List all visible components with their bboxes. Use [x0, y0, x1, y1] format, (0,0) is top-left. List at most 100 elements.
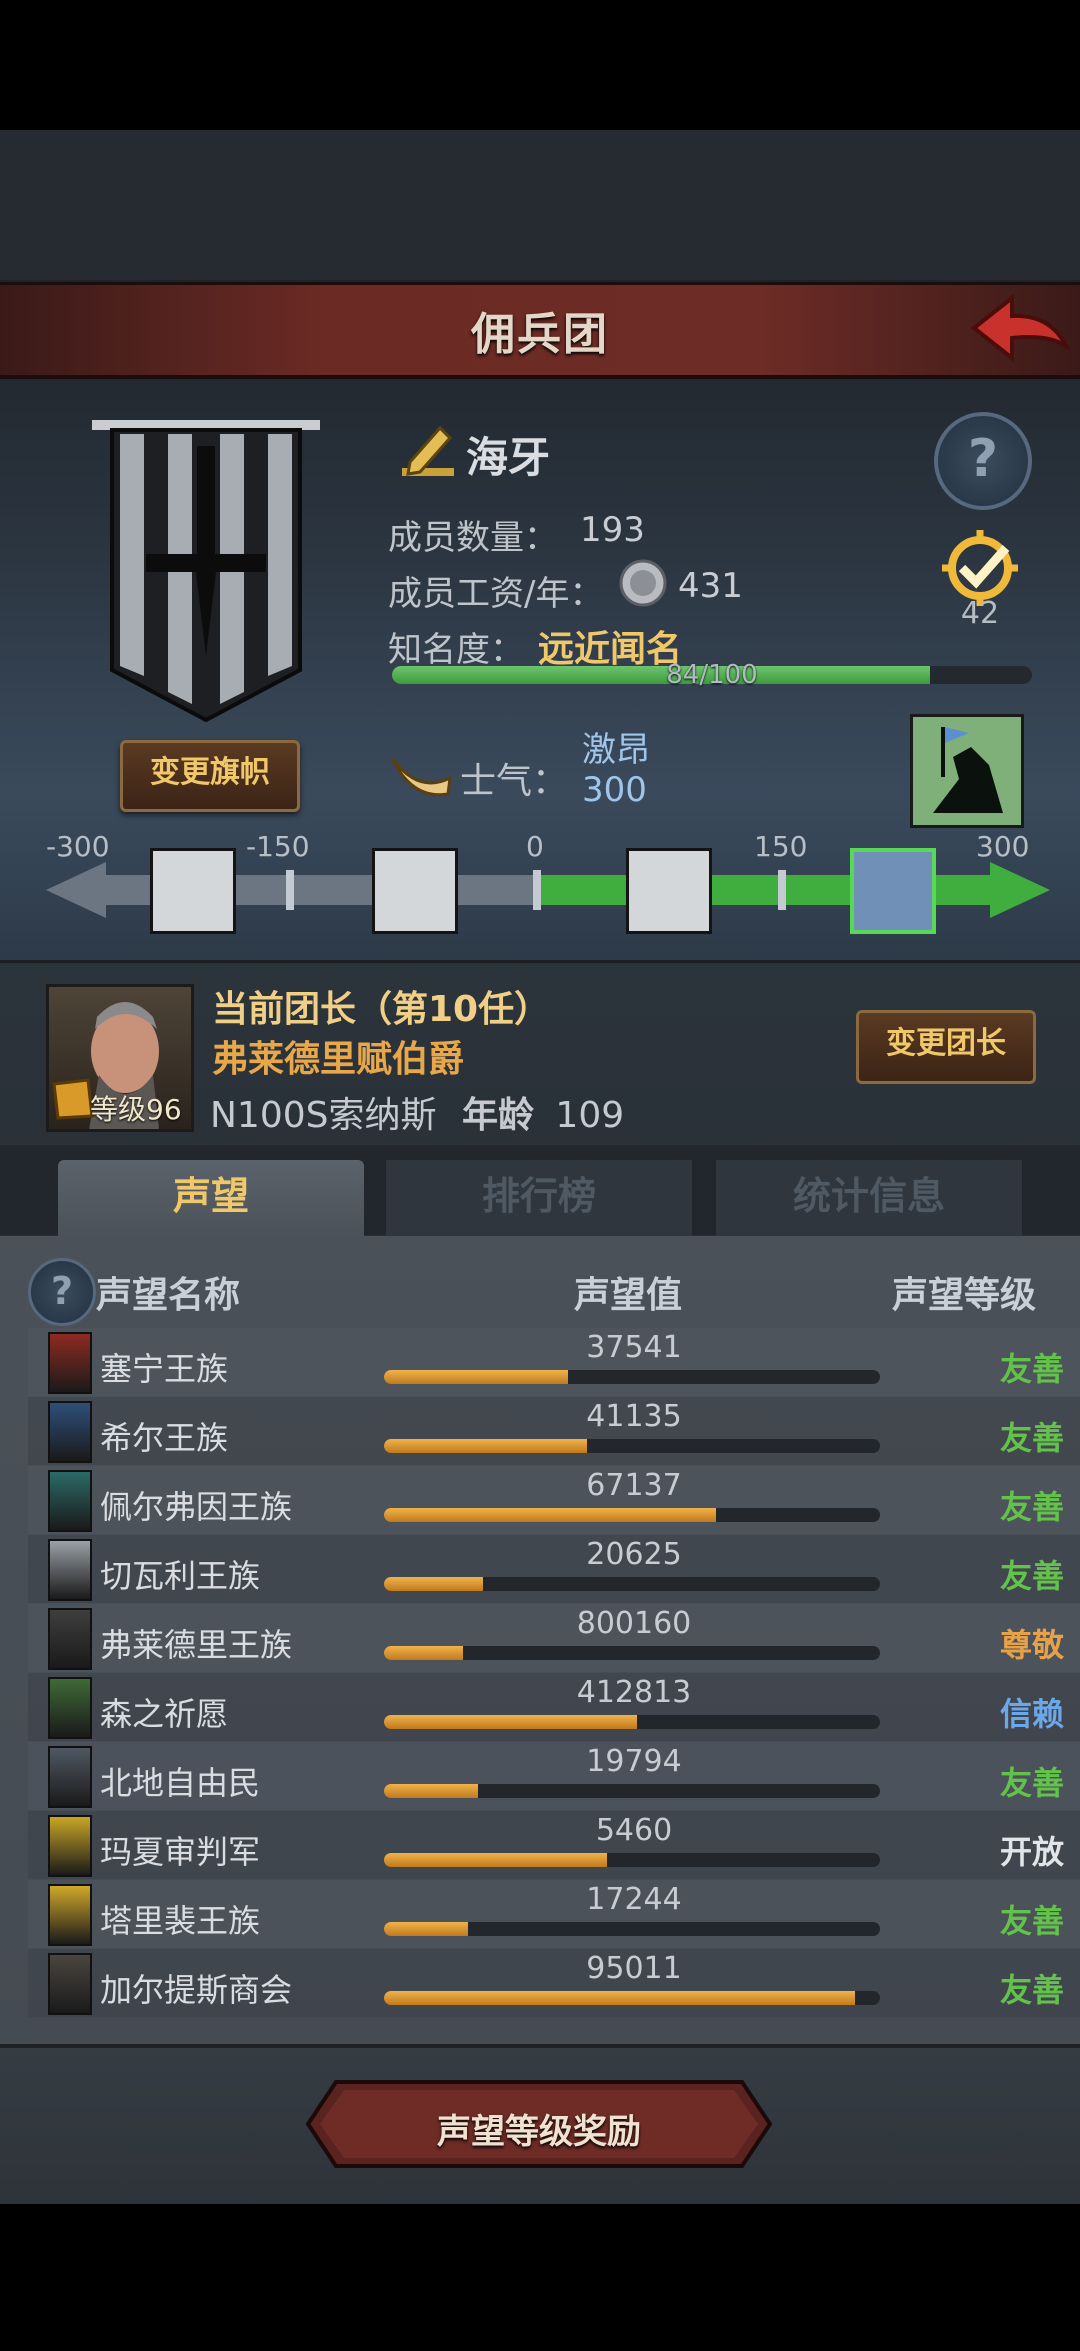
reputation-row[interactable]: 佩尔弗因王族 67137 友善	[28, 1466, 1080, 1534]
target-count: 42	[960, 596, 1000, 631]
track-right-arrow	[990, 862, 1050, 918]
faction-progress-fill	[384, 1370, 568, 1384]
faction-progress-fill	[384, 1439, 588, 1453]
leader-age-label: 年龄	[461, 1095, 534, 1136]
member-count-value: 193	[580, 510, 645, 550]
faction-progress-bar	[384, 1922, 880, 1936]
banner-flag-icon	[92, 420, 320, 723]
faction-progress-bar	[384, 1991, 880, 2005]
faction-crest-icon	[48, 1746, 92, 1808]
faction-progress-fill	[384, 1784, 479, 1798]
faction-crest-icon	[48, 1539, 92, 1601]
faction-value: 20625	[586, 1537, 682, 1572]
faction-progress-bar	[384, 1715, 880, 1729]
faction-crest-icon	[48, 1332, 92, 1394]
salary-label: 成员工资/年：	[388, 574, 604, 614]
reputation-row[interactable]: 希尔王族 41135 友善	[28, 1397, 1080, 1465]
faction-level: 友善	[999, 1764, 1064, 1802]
back-arrow-icon[interactable]	[970, 290, 1070, 368]
question-icon: ?	[967, 429, 999, 489]
faction-name: 塞宁王族	[100, 1350, 229, 1388]
faction-progress-fill	[384, 1922, 469, 1936]
faction-progress-bar	[384, 1853, 880, 1867]
faction-value: 95011	[586, 1951, 682, 1986]
tick-label: 150	[754, 830, 808, 863]
faction-value: 17244	[586, 1882, 682, 1917]
bottom-shade	[0, 2204, 1080, 2351]
edit-name-icon[interactable]	[396, 420, 460, 484]
morale-label: 士气：	[460, 761, 569, 802]
faction-name: 希尔王族	[100, 1419, 229, 1457]
tick-label: 0	[526, 830, 544, 863]
tick-label: -150	[246, 830, 310, 863]
faction-level: 友善	[999, 1419, 1064, 1457]
fame-progress-text: 84/100	[666, 660, 758, 690]
faction-progress-bar	[384, 1370, 880, 1384]
faction-name: 切瓦利王族	[100, 1557, 261, 1595]
list-help-button[interactable]: ?	[28, 1258, 96, 1326]
faction-crest-icon	[48, 1953, 92, 2015]
change-leader-button[interactable]: 变更团长	[856, 1010, 1036, 1084]
tab-reputation[interactable]: 声望	[58, 1160, 364, 1240]
reputation-row[interactable]: 切瓦利王族 20625 友善	[28, 1535, 1080, 1603]
faction-progress-fill	[384, 1577, 484, 1591]
leader-age: 109	[555, 1095, 625, 1136]
col-header-name: 声望名称	[96, 1275, 241, 1316]
faction-crest-icon	[48, 1470, 92, 1532]
reputation-row[interactable]: 北地自由民 19794 友善	[28, 1742, 1080, 1810]
faction-progress-bar	[384, 1646, 880, 1660]
reputation-row[interactable]: 玛夏审判军 5460 开放	[28, 1811, 1080, 1879]
faction-value: 800160	[576, 1606, 692, 1641]
faction-level: 友善	[999, 1350, 1064, 1388]
reputation-row[interactable]: 森之祈愿 412813 信赖	[28, 1673, 1080, 1741]
help-button[interactable]: ?	[934, 412, 1032, 510]
reputation-row[interactable]: 弗莱德里王族 800160 尊敬	[28, 1604, 1080, 1672]
reputation-row[interactable]: 塔里裴王族 17244 友善	[28, 1880, 1080, 1948]
faction-name: 加尔提斯商会	[100, 1971, 293, 2009]
top-shade	[0, 130, 1080, 280]
faction-level: 友善	[999, 1902, 1064, 1940]
faction-value: 412813	[576, 1675, 692, 1710]
page-title: 佣兵团	[471, 309, 609, 360]
faction-level: 友善	[999, 1488, 1064, 1526]
leader-code: N100S索纳斯	[210, 1095, 437, 1136]
track-tick	[286, 870, 294, 910]
faction-level: 开放	[999, 1833, 1064, 1871]
change-flag-button[interactable]: 变更旗帜	[120, 740, 300, 812]
reputation-row[interactable]: 加尔提斯商会 95011 友善	[28, 1949, 1080, 2017]
leader-title: 当前团长（第10任）	[212, 989, 551, 1030]
faction-name: 弗莱德里王族	[100, 1626, 293, 1664]
faction-level: 尊敬	[999, 1626, 1064, 1664]
col-header-value: 声望值	[574, 1275, 683, 1316]
mercenary-name: 海牙	[466, 433, 551, 482]
faction-value: 5460	[595, 1813, 673, 1848]
leader-level: 等级96	[90, 1093, 182, 1126]
morale-despair-icon[interactable]	[372, 848, 458, 934]
tab-ranking[interactable]: 排行榜	[386, 1160, 692, 1236]
horn-icon	[390, 757, 452, 797]
reputation-reward-button[interactable]: 声望等级奖励	[306, 2104, 772, 2153]
faction-crest-icon	[48, 1608, 92, 1670]
faction-level: 友善	[999, 1557, 1064, 1595]
tab-statistics[interactable]: 统计信息	[716, 1160, 1022, 1236]
morale-elated-icon[interactable]	[850, 848, 936, 934]
faction-progress-bar	[384, 1784, 880, 1798]
faction-name: 玛夏审判军	[100, 1833, 261, 1871]
faction-level: 信赖	[999, 1695, 1064, 1733]
charge-icon[interactable]	[910, 714, 1024, 828]
leader-info: N100S索纳斯 年龄 109	[210, 1086, 624, 1138]
faction-crest-icon	[48, 1677, 92, 1739]
morale-calm-icon[interactable]	[626, 848, 712, 934]
faction-progress-bar	[384, 1508, 880, 1522]
faction-crest-icon	[48, 1401, 92, 1463]
col-header-level: 声望等级	[892, 1275, 1037, 1316]
faction-value: 67137	[586, 1468, 682, 1503]
morale-panic-icon[interactable]	[150, 848, 236, 934]
faction-progress-bar	[384, 1577, 880, 1591]
faction-progress-fill	[384, 1853, 608, 1867]
reputation-row[interactable]: 塞宁王族 37541 友善	[28, 1328, 1080, 1396]
faction-value: 37541	[586, 1330, 682, 1365]
faction-crest-icon	[48, 1815, 92, 1877]
faction-value: 19794	[586, 1744, 682, 1779]
faction-progress-bar	[384, 1439, 880, 1453]
